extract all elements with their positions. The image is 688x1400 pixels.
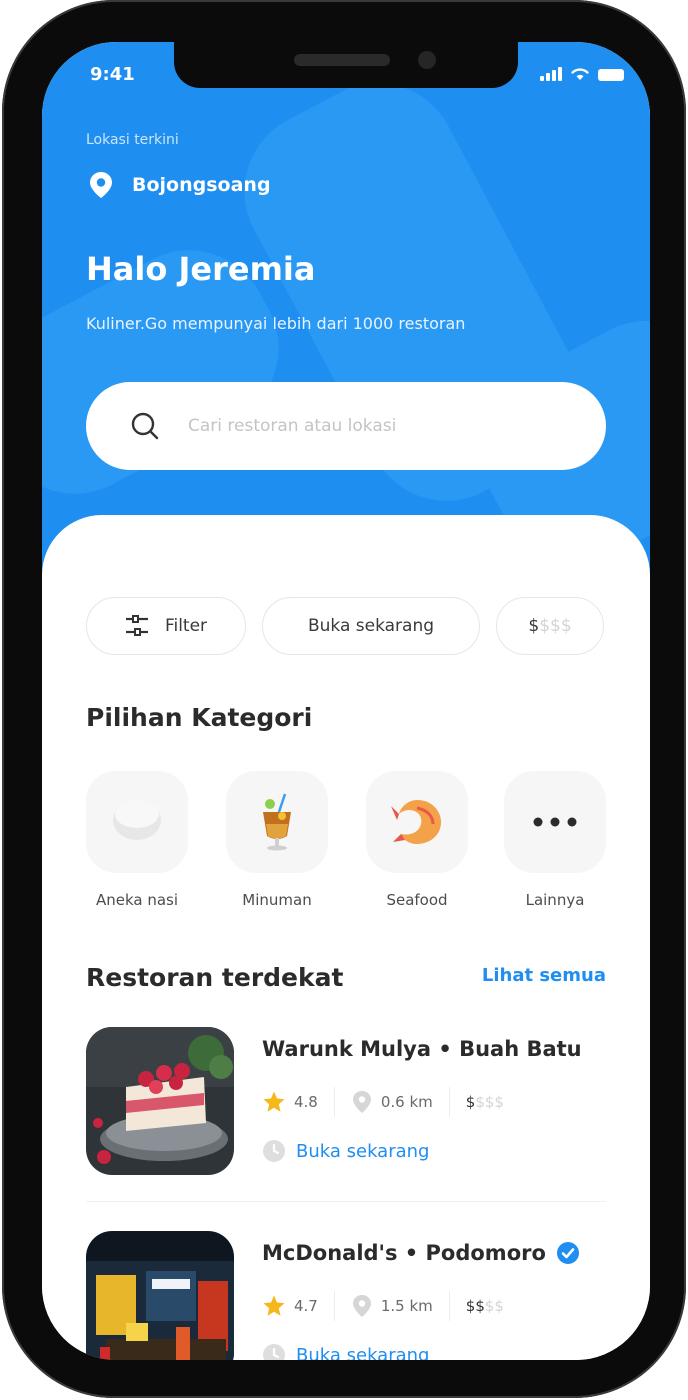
category-tile bbox=[504, 771, 606, 873]
search-icon bbox=[131, 412, 159, 440]
open-status-text: Buka sekarang bbox=[296, 1344, 430, 1361]
category-tile bbox=[86, 771, 188, 873]
divider bbox=[448, 1291, 450, 1321]
status-icons bbox=[540, 66, 624, 81]
open-now-chip[interactable]: Buka sekarang bbox=[262, 597, 480, 655]
restaurant-photo bbox=[86, 1027, 234, 1175]
divider bbox=[448, 1087, 450, 1117]
status-time: 9:41 bbox=[90, 64, 135, 85]
search-bar[interactable] bbox=[86, 382, 606, 470]
header-subtitle: Kuliner.Go mempunyai lebih dari 1000 res… bbox=[86, 314, 466, 333]
rating: 4.7 bbox=[262, 1294, 318, 1318]
front-camera bbox=[418, 51, 436, 69]
restaurant-name: Warunk Mulya • Buah Batu bbox=[262, 1037, 582, 1061]
location-pin-icon bbox=[90, 172, 112, 198]
cellular-signal-icon bbox=[540, 67, 562, 81]
star-icon bbox=[263, 1295, 285, 1316]
nearby-title: Restoran terdekat bbox=[86, 963, 344, 992]
app-screen: 9:41 Lokasi terkini Bojongsoang Halo Jer… bbox=[42, 42, 650, 1360]
filter-icon bbox=[125, 615, 148, 636]
category-label: Minuman bbox=[242, 891, 312, 909]
restaurant-name-text: McDonald's • Podomoro bbox=[262, 1241, 546, 1265]
open-status-text: Buka sekarang bbox=[296, 1140, 430, 1162]
more-icon bbox=[533, 817, 577, 827]
storefront-photo bbox=[86, 1231, 234, 1360]
phone-frame: 9:41 Lokasi terkini Bojongsoang Halo Jer… bbox=[2, 0, 686, 1398]
price-inactive: $$$ bbox=[539, 616, 572, 636]
clock-icon bbox=[263, 1140, 285, 1162]
location-pin-icon bbox=[352, 1091, 371, 1113]
shrimp-icon bbox=[391, 800, 441, 844]
category-label: Seafood bbox=[386, 891, 448, 909]
location-label: Lokasi terkini bbox=[86, 132, 179, 148]
rating: 4.8 bbox=[262, 1090, 318, 1114]
restaurant-card[interactable]: McDonald's • Podomoro 4.7 1.5 km $$ $$ B… bbox=[86, 1231, 606, 1360]
search-input[interactable] bbox=[188, 406, 518, 446]
restaurant-photo bbox=[86, 1231, 234, 1360]
open-status: Buka sekarang bbox=[262, 1139, 429, 1163]
price-active: $ bbox=[528, 616, 540, 636]
current-location[interactable]: Bojongsoang bbox=[86, 170, 271, 200]
location-pin-icon bbox=[352, 1295, 371, 1317]
price-active: $$ bbox=[465, 1297, 485, 1315]
restaurant-meta: 4.8 0.6 km $ $$$ bbox=[262, 1087, 504, 1117]
restaurant-meta: 4.7 1.5 km $$ $$ bbox=[262, 1291, 504, 1321]
category-item[interactable]: Minuman bbox=[226, 771, 328, 909]
distance: 1.5 km bbox=[351, 1294, 433, 1318]
open-status: Buka sekarang bbox=[262, 1343, 429, 1360]
restaurant-name: McDonald's • Podomoro bbox=[262, 1241, 580, 1265]
category-item[interactable]: Seafood bbox=[366, 771, 468, 909]
category-label: Aneka nasi bbox=[95, 891, 179, 909]
distance-value: 0.6 km bbox=[380, 1093, 433, 1111]
distance: 0.6 km bbox=[351, 1090, 433, 1114]
price-level: $$$$ bbox=[466, 1093, 504, 1111]
battery-icon bbox=[598, 69, 624, 81]
restaurant-name-text: Warunk Mulya • Buah Batu bbox=[262, 1037, 582, 1061]
category-label: Lainnya bbox=[525, 891, 585, 909]
device-notch bbox=[174, 42, 518, 88]
drink-icon bbox=[263, 793, 291, 851]
see-all-link[interactable]: Lihat semua bbox=[482, 965, 606, 986]
greeting-title: Halo Jeremia bbox=[86, 250, 316, 288]
filter-button[interactable]: Filter bbox=[86, 597, 246, 655]
category-tile bbox=[366, 771, 468, 873]
list-divider bbox=[86, 1201, 606, 1202]
content-sheet: Filter Buka sekarang $ $$$ Pilihan Katego… bbox=[42, 515, 650, 1360]
divider bbox=[333, 1291, 335, 1321]
distance-value: 1.5 km bbox=[380, 1297, 433, 1315]
star-icon bbox=[263, 1091, 285, 1112]
filter-label: Filter bbox=[164, 616, 208, 636]
rating-value: 4.7 bbox=[294, 1297, 318, 1315]
divider bbox=[333, 1087, 335, 1117]
location-name: Bojongsoang bbox=[132, 174, 271, 196]
price-level: $$$$ bbox=[466, 1297, 504, 1315]
wifi-icon bbox=[571, 68, 589, 80]
clock-icon bbox=[263, 1344, 285, 1360]
cake-photo bbox=[86, 1027, 234, 1175]
rating-value: 4.8 bbox=[294, 1093, 318, 1111]
open-now-label: Buka sekarang bbox=[307, 616, 435, 636]
price-inactive: $$$ bbox=[475, 1093, 504, 1111]
verified-badge-icon bbox=[556, 1242, 579, 1264]
speaker-grille bbox=[294, 54, 390, 66]
restaurant-card[interactable]: Warunk Mulya • Buah Batu 4.8 0.6 km $ $$… bbox=[86, 1027, 606, 1177]
category-item[interactable]: Lainnya bbox=[504, 771, 606, 909]
price-inactive: $$ bbox=[484, 1297, 504, 1315]
category-tile bbox=[226, 771, 328, 873]
category-item[interactable]: Aneka nasi bbox=[86, 771, 188, 909]
rice-bowl-icon bbox=[113, 800, 161, 840]
price-chip[interactable]: $ $$$ bbox=[496, 597, 604, 655]
categories-title: Pilihan Kategori bbox=[86, 703, 313, 732]
price-active: $ bbox=[465, 1093, 476, 1111]
